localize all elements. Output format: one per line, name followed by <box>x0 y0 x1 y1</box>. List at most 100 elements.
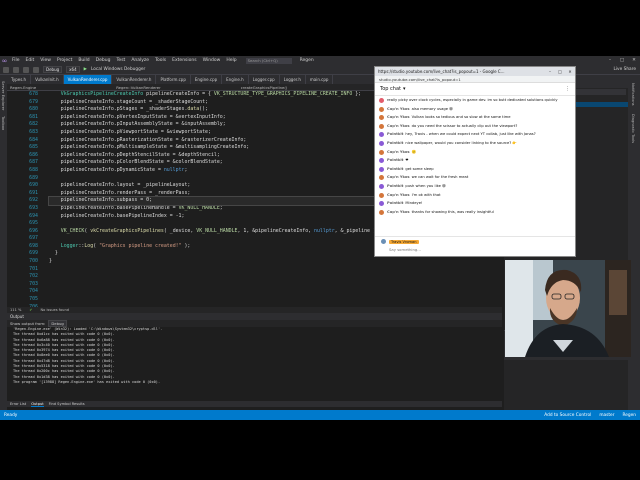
maximize-icon[interactable]: □ <box>616 58 628 63</box>
back-icon[interactable] <box>3 66 9 73</box>
menu-debug[interactable]: Debug <box>93 58 114 63</box>
chat-author[interactable]: Cap'n Ykos <box>387 210 410 214</box>
chat-maximize-icon[interactable]: □ <box>555 69 565 74</box>
tab-error-list[interactable]: Error List <box>10 401 26 407</box>
avatar[interactable] <box>379 140 384 146</box>
chat-message[interactable]: Cap'n Ykos also memory usage 😄 <box>379 106 571 112</box>
chat-author[interactable]: Pointkit <box>387 141 403 145</box>
chat-author[interactable]: Cap'n Ykos <box>387 150 410 154</box>
menu-view[interactable]: View <box>37 58 54 63</box>
output-text[interactable]: 'Regen.Engine.exe' (Win32): Loaded 'C:\W… <box>7 327 502 401</box>
chat-message-list[interactable]: really picky over clock cycles, especial… <box>375 96 575 236</box>
chat-message[interactable]: Cap'n Ykos we can wait for the fresh meat <box>379 175 571 181</box>
platform-dropdown[interactable]: x64 <box>66 66 80 73</box>
menu-project[interactable]: Project <box>54 58 75 63</box>
chat-message[interactable]: Pointkit Mindeye! <box>379 201 571 207</box>
menu-test[interactable]: Test <box>113 58 128 63</box>
chat-message[interactable]: Pointkit ❤ <box>379 158 571 164</box>
save-icon[interactable] <box>23 66 29 73</box>
avatar[interactable] <box>379 175 384 181</box>
chat-author[interactable]: Pointkit <box>387 201 403 205</box>
source-control-button[interactable]: Add to Source Control <box>544 413 591 418</box>
issues-status[interactable]: No issues found <box>40 308 69 312</box>
menu-file[interactable]: File <box>9 58 23 63</box>
code-line[interactable]: } <box>49 258 502 266</box>
chat-message[interactable]: Cap'n Ykos thanks for showing this, was r… <box>379 209 571 215</box>
project-dropdown[interactable]: Regen.Engine <box>10 85 36 90</box>
chat-message[interactable]: really picky over clock cycles, especial… <box>379 98 571 103</box>
chat-url-bar[interactable]: studio.youtube.com/live_chat?is_popout=1 <box>375 76 575 83</box>
tab-platform-cpp[interactable]: Platform.cpp <box>156 75 191 84</box>
code-line[interactable] <box>49 288 502 296</box>
tab-find-symbol-results[interactable]: Find Symbol Results <box>49 401 85 407</box>
chat-message[interactable]: Cap'n Ykos 🙂 <box>379 149 571 155</box>
avatar[interactable] <box>379 192 384 198</box>
undo-icon[interactable] <box>33 66 39 73</box>
avatar[interactable] <box>379 123 384 129</box>
avatar[interactable] <box>379 201 384 207</box>
branch-button[interactable]: master <box>599 413 614 418</box>
configuration-dropdown[interactable]: Debug <box>43 66 63 73</box>
menu-help[interactable]: Help <box>223 58 239 63</box>
chat-message[interactable]: Cap'n Ykos I'm ok with that <box>379 192 571 198</box>
minimize-icon[interactable]: – <box>604 58 616 63</box>
chat-author[interactable]: Cap'n Ykos <box>387 115 410 119</box>
toolbox-tab[interactable]: Toolbox <box>1 116 6 130</box>
menu-window[interactable]: Window <box>200 58 224 63</box>
search-box[interactable]: Search (Ctrl+Q) <box>245 57 292 64</box>
chat-input[interactable]: Say something... <box>381 247 569 252</box>
chevron-down-icon[interactable]: ▾ <box>403 86 406 92</box>
menu-edit[interactable]: Edit <box>23 58 38 63</box>
chat-author[interactable]: Cap'n Ykos <box>387 193 410 197</box>
repo-button[interactable]: Regen <box>622 413 636 418</box>
tab-output[interactable]: Output <box>31 401 44 407</box>
tab-main-cpp[interactable]: main.cpp <box>306 75 334 84</box>
avatar[interactable] <box>379 183 384 189</box>
chat-author[interactable]: Cap'n Ykos <box>387 107 410 111</box>
more-options-icon[interactable]: ⋮ <box>565 86 570 92</box>
output-source-dropdown[interactable]: Debug <box>48 320 67 327</box>
menu-extensions[interactable]: Extensions <box>169 58 199 63</box>
forward-icon[interactable] <box>13 66 19 73</box>
zoom-level[interactable]: 111 % <box>10 308 21 312</box>
close-icon[interactable]: ✕ <box>628 58 640 63</box>
server-explorer-tab[interactable]: Server Explorer <box>1 81 6 110</box>
chat-message[interactable]: Cap'n Ykos do you need the scissor to act… <box>379 123 571 129</box>
avatar[interactable] <box>379 106 384 112</box>
diagnostic-tools-tab[interactable]: Diagnostic Tools <box>631 114 635 143</box>
tab-types-h[interactable]: Types.h <box>7 75 32 84</box>
avatar[interactable] <box>379 149 384 155</box>
avatar[interactable] <box>379 209 384 215</box>
run-button[interactable]: Local Windows Debugger <box>91 67 145 72</box>
chat-author[interactable]: Pointkit <box>387 167 403 171</box>
menu-build[interactable]: Build <box>75 58 92 63</box>
tab-logger-h[interactable]: Logger.h <box>280 75 306 84</box>
code-line[interactable] <box>49 273 502 281</box>
tab-vulkanrenderer-h[interactable]: VulkanRenderer.h <box>112 75 157 84</box>
notifications-tab[interactable]: Notifications <box>631 83 635 106</box>
chat-close-icon[interactable]: ✕ <box>565 69 575 74</box>
member-dropdown[interactable]: createGraphicsPipeline() <box>241 85 288 90</box>
code-line[interactable] <box>49 266 502 274</box>
chat-message[interactable]: Pointkit hey, Travis - when we could expe… <box>379 132 571 138</box>
play-icon[interactable]: ▶ <box>84 67 87 72</box>
chat-message[interactable]: Pointkit nice wallpaper, would you consid… <box>379 140 571 146</box>
avatar[interactable] <box>379 98 384 103</box>
avatar[interactable] <box>379 115 384 121</box>
live-share-button[interactable]: Live Share <box>613 67 636 72</box>
chat-minimize-icon[interactable]: – <box>545 69 555 74</box>
tab-logger-cpp[interactable]: Logger.cpp <box>249 75 280 84</box>
avatar[interactable] <box>379 166 384 172</box>
chat-author[interactable]: Pointkit <box>387 184 403 188</box>
chat-author[interactable]: Cap'n Ykos <box>387 124 410 128</box>
menu-tools[interactable]: Tools <box>152 58 169 63</box>
chat-message[interactable]: Cap'n Ykos Vulkan looks so tedious and so… <box>379 115 571 121</box>
code-line[interactable] <box>49 296 502 304</box>
chat-author[interactable]: Pointkit <box>387 158 403 162</box>
code-line[interactable] <box>49 281 502 289</box>
chat-message[interactable]: Pointkit push when you like 😄 <box>379 183 571 189</box>
chat-author[interactable]: Cap'n Ykos <box>387 175 410 179</box>
top-chat-dropdown[interactable]: Top chat <box>380 86 401 92</box>
chat-message[interactable]: Pointkit get some sleep <box>379 166 571 172</box>
scope-dropdown[interactable]: Regen::VulkanRenderer <box>116 85 161 90</box>
